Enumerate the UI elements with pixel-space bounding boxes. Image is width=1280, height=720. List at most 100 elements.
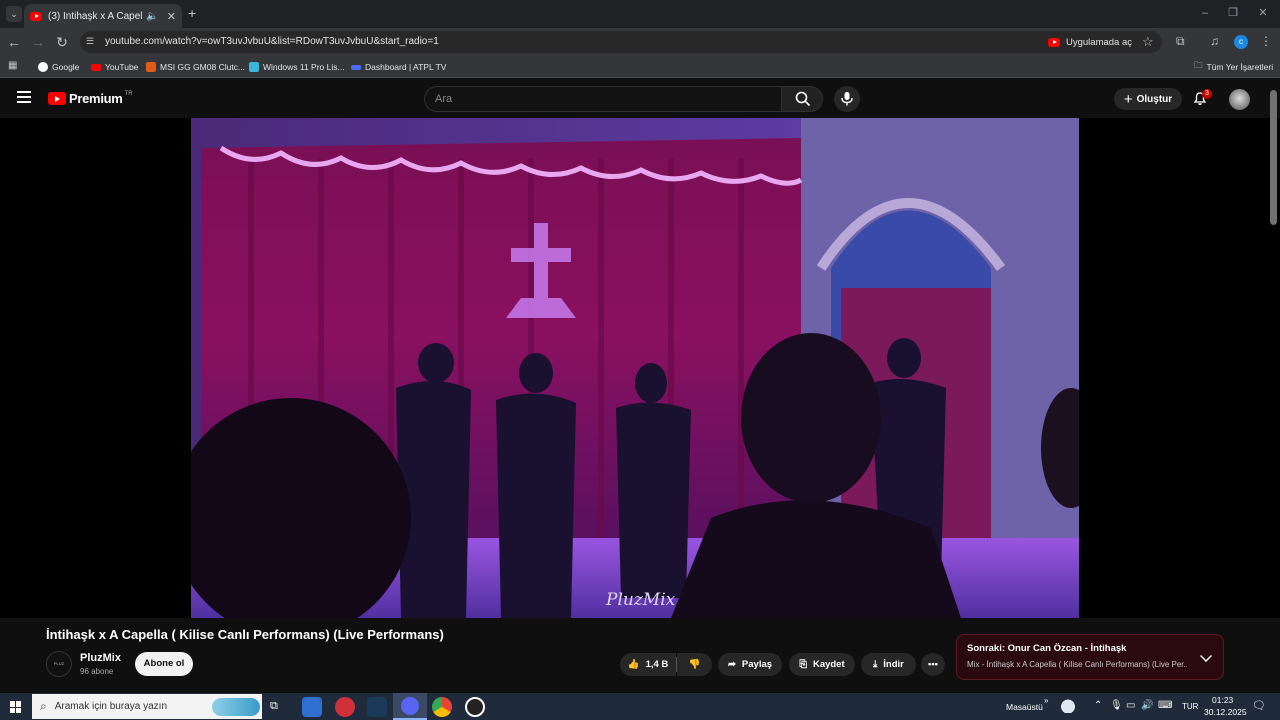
- tab-active[interactable]: (3) İntihaşk x A Capella ( Kil 🔈 ✕: [24, 4, 182, 28]
- up-next-title: Sonraki: Onur Can Özcan - İntihaşk: [967, 643, 1126, 654]
- tab-close-icon[interactable]: ✕: [167, 10, 176, 23]
- profile-avatar[interactable]: c: [1234, 35, 1248, 49]
- thumbs-down-icon: 👎: [688, 659, 701, 670]
- bookmark-icon: ⎘: [799, 659, 807, 670]
- minimize-button[interactable]: –: [1190, 4, 1220, 22]
- steam-icon[interactable]: [367, 697, 387, 717]
- taskbar-search[interactable]: ⌕ Aramak için buraya yazın: [32, 694, 262, 719]
- bookmark-label: Windows 11 Pro Lis...: [263, 62, 345, 72]
- microphone-tray-icon[interactable]: 🎙: [1110, 700, 1123, 711]
- atpl-icon: [351, 64, 361, 70]
- account-avatar[interactable]: [1229, 89, 1250, 110]
- new-tab-button[interactable]: +: [188, 5, 196, 21]
- up-next-playlist: Mix - İntihaşk x A Capella ( Kilise Canl…: [967, 660, 1187, 669]
- share-button[interactable]: ➦ Paylaş: [718, 653, 782, 676]
- premium-label: Premium: [69, 91, 123, 106]
- channel-avatar[interactable]: PLUZ: [46, 651, 72, 677]
- youtube-favicon-icon: [30, 11, 42, 21]
- desktop-label[interactable]: Masaüstü: [1006, 702, 1043, 712]
- browser-menu-icon[interactable]: ⋮: [1260, 34, 1272, 48]
- search-icon: [795, 91, 811, 107]
- bookmark-label: MSI GG GM08 Clutc...: [160, 62, 246, 72]
- bookmark-msi[interactable]: MSI GG GM08 Clutc...: [146, 60, 245, 74]
- create-button[interactable]: + Oluştur: [1114, 88, 1182, 110]
- discord-icon[interactable]: [393, 693, 427, 720]
- search-highlight-image: [212, 698, 260, 716]
- clock-date[interactable]: 30.12.2025: [1204, 707, 1247, 717]
- search-placeholder: Ara: [435, 93, 453, 105]
- restore-button[interactable]: ❐: [1218, 4, 1248, 22]
- up-next-card[interactable]: [956, 634, 1224, 680]
- microphone-icon: [841, 92, 853, 106]
- forward-icon[interactable]: →: [30, 34, 46, 50]
- extensions-icon[interactable]: ⧉: [1176, 34, 1185, 49]
- notifications-button[interactable]: 3: [1192, 89, 1212, 108]
- notification-center-icon[interactable]: 🗨: [1252, 699, 1266, 712]
- language-indicator[interactable]: TUR: [1182, 702, 1198, 711]
- chevron-double-right-icon[interactable]: »: [1044, 696, 1048, 705]
- tab-audio-icon[interactable]: 🔈: [146, 11, 158, 22]
- like-button[interactable]: 👍 1,4 B: [620, 653, 676, 676]
- msi-store-icon: [146, 62, 156, 72]
- reload-icon[interactable]: ↻: [54, 34, 70, 50]
- download-button[interactable]: ⤓ İndir: [861, 653, 916, 676]
- share-label: Paylaş: [741, 659, 773, 670]
- folder-icon: 🗀: [1194, 60, 1203, 70]
- save-button[interactable]: ⎘ Kaydet: [789, 653, 855, 676]
- volume-icon[interactable]: 🔊: [1141, 700, 1153, 711]
- red-app-icon[interactable]: [335, 697, 355, 717]
- keyboard-icon[interactable]: ⌨: [1158, 700, 1172, 711]
- chrome-icon[interactable]: [432, 697, 452, 717]
- show-hidden-icons[interactable]: ⌃: [1094, 700, 1102, 711]
- youtube-icon: [91, 63, 101, 71]
- bookmark-windows[interactable]: Windows 11 Pro Lis...: [249, 60, 345, 74]
- search-button[interactable]: [781, 86, 823, 112]
- more-actions-button[interactable]: •••: [921, 653, 945, 676]
- share-icon: ➦: [727, 659, 736, 670]
- files-app-icon[interactable]: [302, 697, 322, 717]
- network-icon[interactable]: ▭: [1126, 700, 1135, 711]
- search-icon: ⌕: [40, 699, 47, 713]
- voice-search-button[interactable]: [834, 86, 860, 112]
- subscriber-count: 96 abone: [80, 667, 114, 676]
- channel-name[interactable]: PluzMix: [80, 652, 121, 664]
- subscribe-button[interactable]: Abone ol: [135, 652, 193, 676]
- media-control-icon[interactable]: ♫: [1210, 34, 1219, 48]
- region-code: TR: [124, 91, 133, 97]
- generic-app-icon[interactable]: [465, 697, 485, 717]
- download-label: İndir: [883, 659, 904, 670]
- close-window-button[interactable]: ✕: [1248, 4, 1278, 22]
- bookmark-atpl[interactable]: Dashboard | ATPL TV: [351, 60, 446, 74]
- tab-search-button[interactable]: ⌄: [6, 6, 22, 22]
- apps-grid-icon[interactable]: ▦: [8, 60, 17, 71]
- bookmark-star-icon[interactable]: ☆: [1142, 34, 1154, 50]
- page-scrollbar[interactable]: [1270, 90, 1277, 225]
- windows-start-icon[interactable]: [10, 701, 22, 713]
- back-icon[interactable]: ←: [6, 34, 22, 50]
- url-text[interactable]: youtube.com/watch?v=owT3uvJvbuU&list=RDo…: [105, 36, 439, 47]
- task-view-icon[interactable]: ⧉: [270, 700, 278, 713]
- dislike-button[interactable]: 👎: [677, 653, 712, 676]
- youtube-logo-icon: [48, 92, 66, 105]
- up-next-video: Onur Can Özcan - İntihaşk: [1007, 643, 1127, 654]
- site-info-icon[interactable]: ☰: [86, 36, 98, 48]
- guide-menu-icon[interactable]: [17, 91, 31, 103]
- bookmark-google[interactable]: Google: [38, 60, 79, 74]
- like-count: 1,4 B: [645, 659, 669, 670]
- open-in-app-label: Uygulamada aç: [1066, 36, 1133, 48]
- search-input[interactable]: Ara: [424, 86, 782, 112]
- youtube-app-icon: [1048, 37, 1060, 47]
- bookmark-youtube[interactable]: YouTube: [91, 60, 138, 74]
- tab-title: (3) İntihaşk x A Capella ( Kil: [48, 10, 143, 22]
- youtube-logo[interactable]: Premium TR: [48, 91, 133, 106]
- all-bookmarks-label: Tüm Yer İşaretleri: [1206, 62, 1274, 72]
- weather-icon[interactable]: [1060, 697, 1080, 713]
- thumbs-up-icon: 👍: [627, 659, 640, 670]
- up-next-label: Sonraki:: [967, 643, 1006, 654]
- video-frame[interactable]: PluzMix: [191, 118, 1079, 618]
- clock-time[interactable]: 01:23: [1212, 695, 1233, 705]
- windows-key-icon: [249, 62, 259, 72]
- plus-icon: +: [1123, 90, 1133, 108]
- open-in-app-button[interactable]: Uygulamada aç: [1048, 34, 1132, 50]
- all-bookmarks-folder[interactable]: 🗀 Tüm Yer İşaretleri: [1194, 60, 1273, 74]
